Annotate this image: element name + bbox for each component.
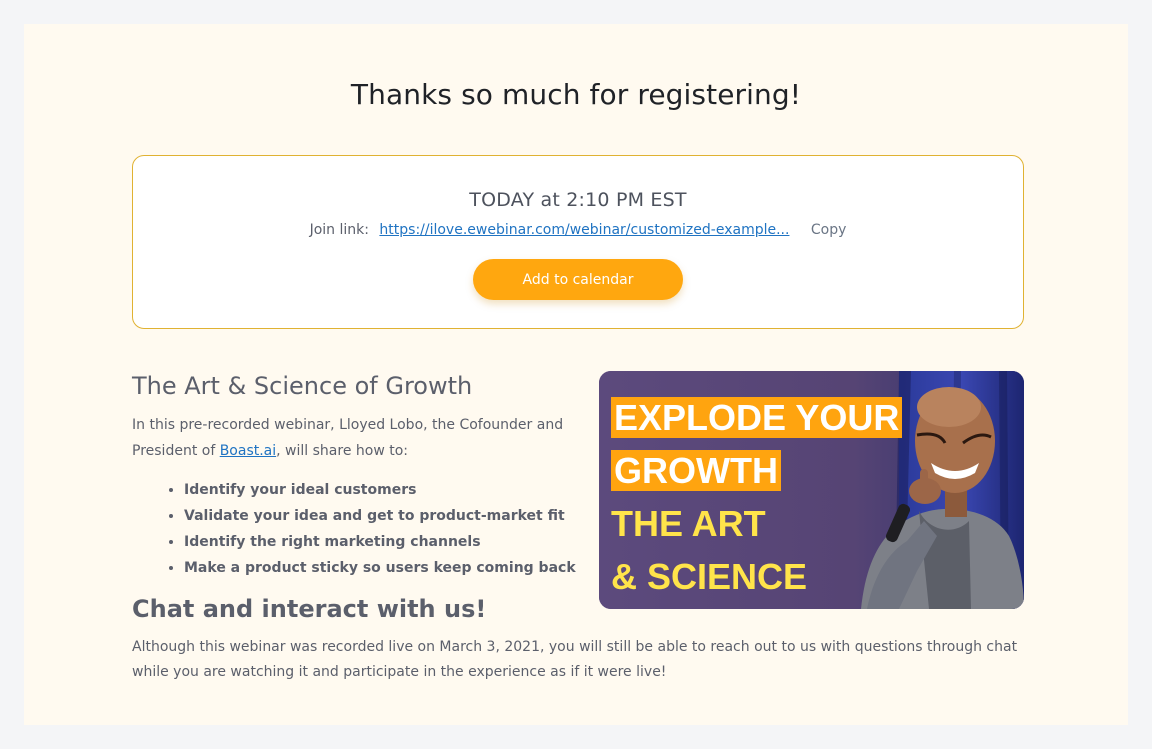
webinar-title: The Art & Science of Growth <box>132 372 473 400</box>
boast-link[interactable]: Boast.ai <box>220 443 276 459</box>
learning-points: Identify your ideal customers Validate y… <box>164 477 576 581</box>
join-link[interactable]: https://ilove.ewebinar.com/webinar/custo… <box>379 222 789 238</box>
event-card: TODAY at 2:10 PM EST Join link: https://… <box>132 155 1024 329</box>
event-time: TODAY at 2:10 PM EST <box>469 189 687 211</box>
chat-description: Although this webinar was recorded live … <box>132 639 1018 680</box>
list-item: Validate your idea and get to product-ma… <box>184 503 576 529</box>
list-item: Identify your ideal customers <box>184 477 576 503</box>
webinar-description: In this pre-recorded webinar, Lloyed Lob… <box>132 412 582 464</box>
thumbnail-line: EXPLODE YOUR <box>611 397 903 438</box>
join-link-row: Join link: https://ilove.ewebinar.com/we… <box>133 222 1023 238</box>
copy-button[interactable]: Copy <box>811 222 847 238</box>
add-to-calendar-button[interactable]: Add to calendar <box>473 259 683 300</box>
page-title: Thanks so much for registering! <box>350 78 802 111</box>
thumbnail-line: GROWTH <box>611 450 781 491</box>
thumbnail-line: & SCIENCE <box>611 556 808 597</box>
description-text-end: , will share how to: <box>276 443 408 459</box>
list-item: Make a product sticky so users keep comi… <box>184 555 576 581</box>
list-item: Identify the right marketing channels <box>184 529 576 555</box>
thumbnail-line: THE ART <box>611 503 766 544</box>
webinar-thumbnail: EXPLODE YOUR GROWTH THE ART & SCIENCE <box>599 371 1024 609</box>
chat-heading: Chat and interact with us! <box>132 595 487 623</box>
join-link-label: Join link: <box>309 222 369 238</box>
thumbnail-title: EXPLODE YOUR GROWTH THE ART & SCIENCE <box>611 391 903 603</box>
